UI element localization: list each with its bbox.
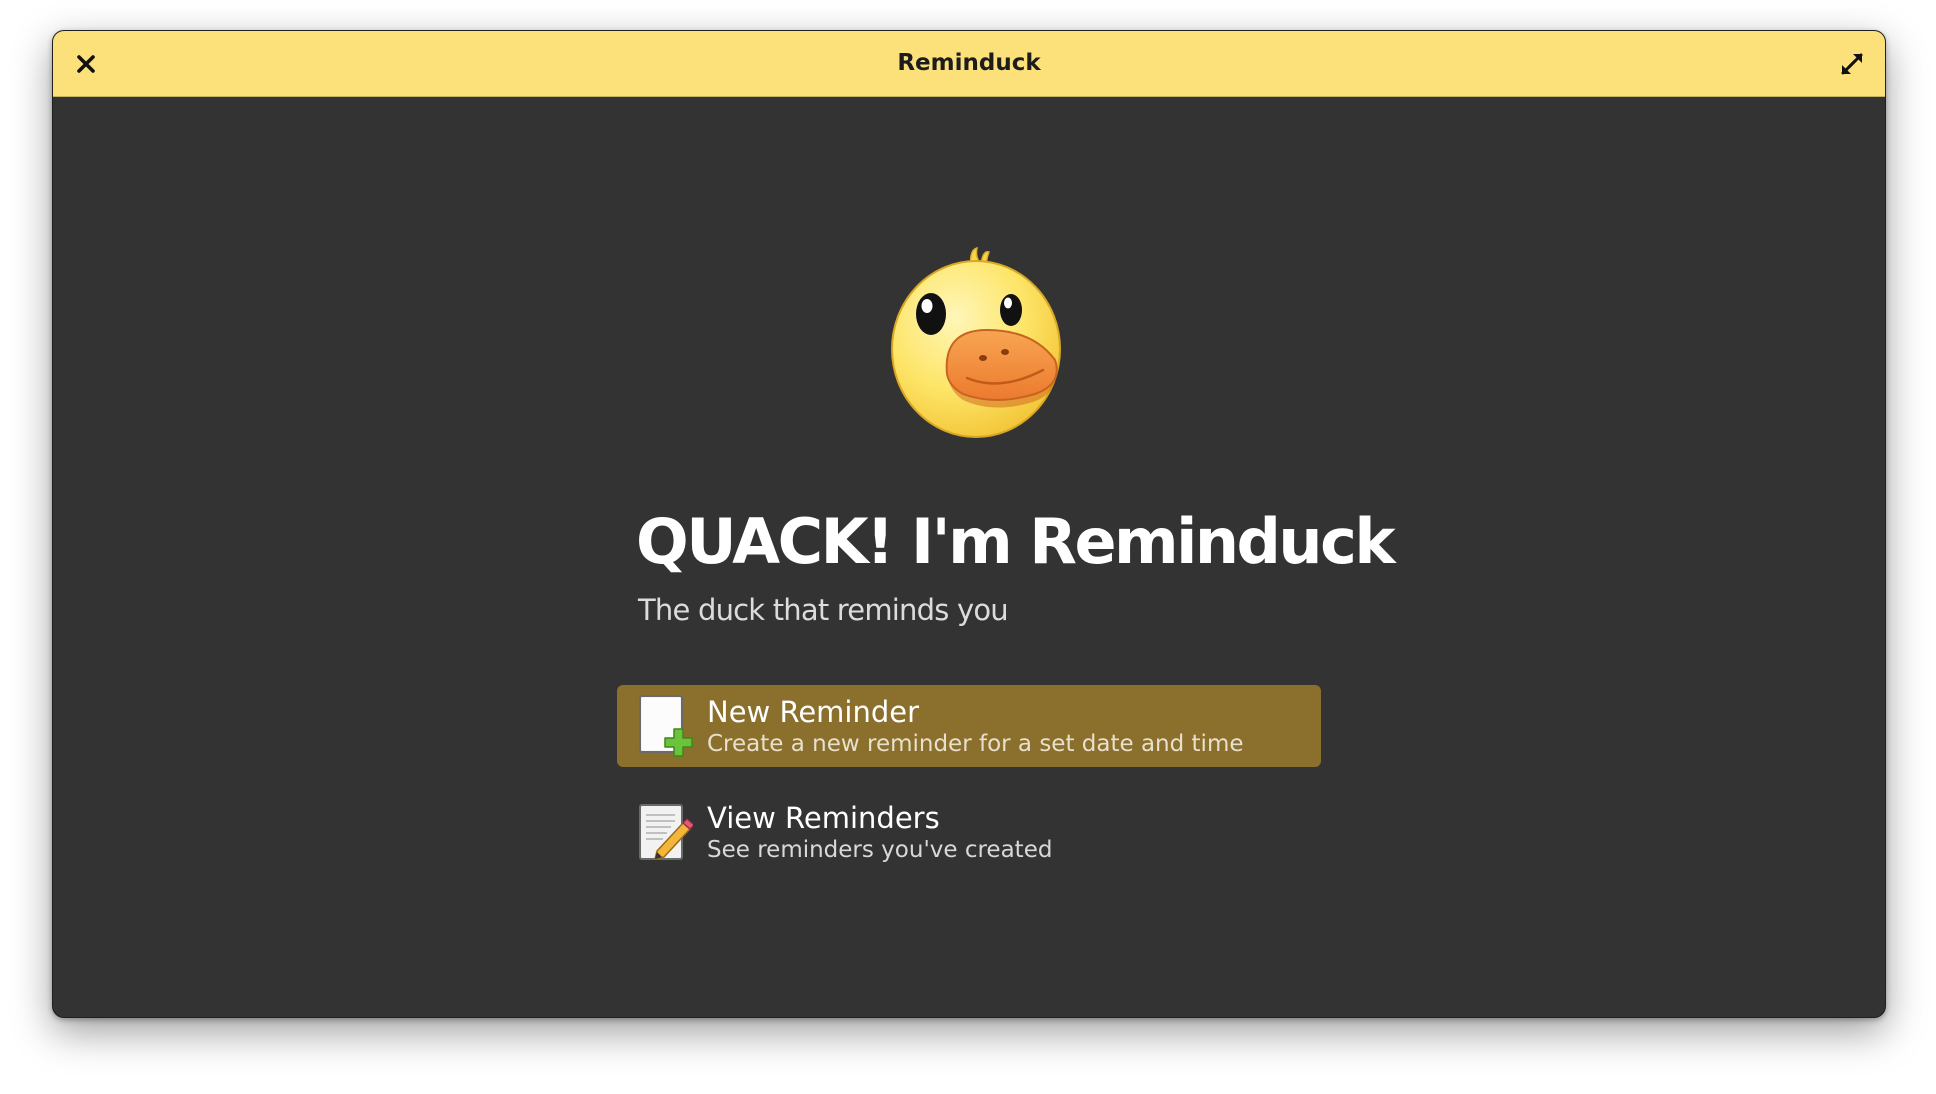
- titlebar[interactable]: Reminduck: [53, 31, 1885, 97]
- new-reminder-description: Create a new reminder for a set date and…: [707, 731, 1244, 757]
- maximize-icon: [1841, 53, 1863, 75]
- app-window: Reminduck QUACK! I'm Reminduck The duck …: [52, 30, 1886, 1018]
- new-reminder-title: New Reminder: [707, 695, 920, 729]
- welcome-subtitle: The duck that reminds you: [638, 593, 1009, 627]
- window-title: Reminduck: [897, 50, 1041, 76]
- new-document-icon: [639, 695, 693, 757]
- new-reminder-button[interactable]: New Reminder Create a new reminder for a…: [617, 685, 1321, 767]
- maximize-button[interactable]: [1833, 45, 1871, 83]
- duck-icon: [891, 246, 1061, 438]
- view-reminders-button[interactable]: View Reminders See reminders you've crea…: [617, 791, 1321, 873]
- view-reminders-description: See reminders you've created: [707, 837, 1053, 863]
- edit-document-icon: [639, 804, 693, 860]
- view-reminders-title: View Reminders: [707, 801, 940, 835]
- welcome-view: QUACK! I'm Reminduck The duck that remin…: [53, 97, 1885, 1017]
- welcome-title: QUACK! I'm Reminduck: [636, 505, 1396, 578]
